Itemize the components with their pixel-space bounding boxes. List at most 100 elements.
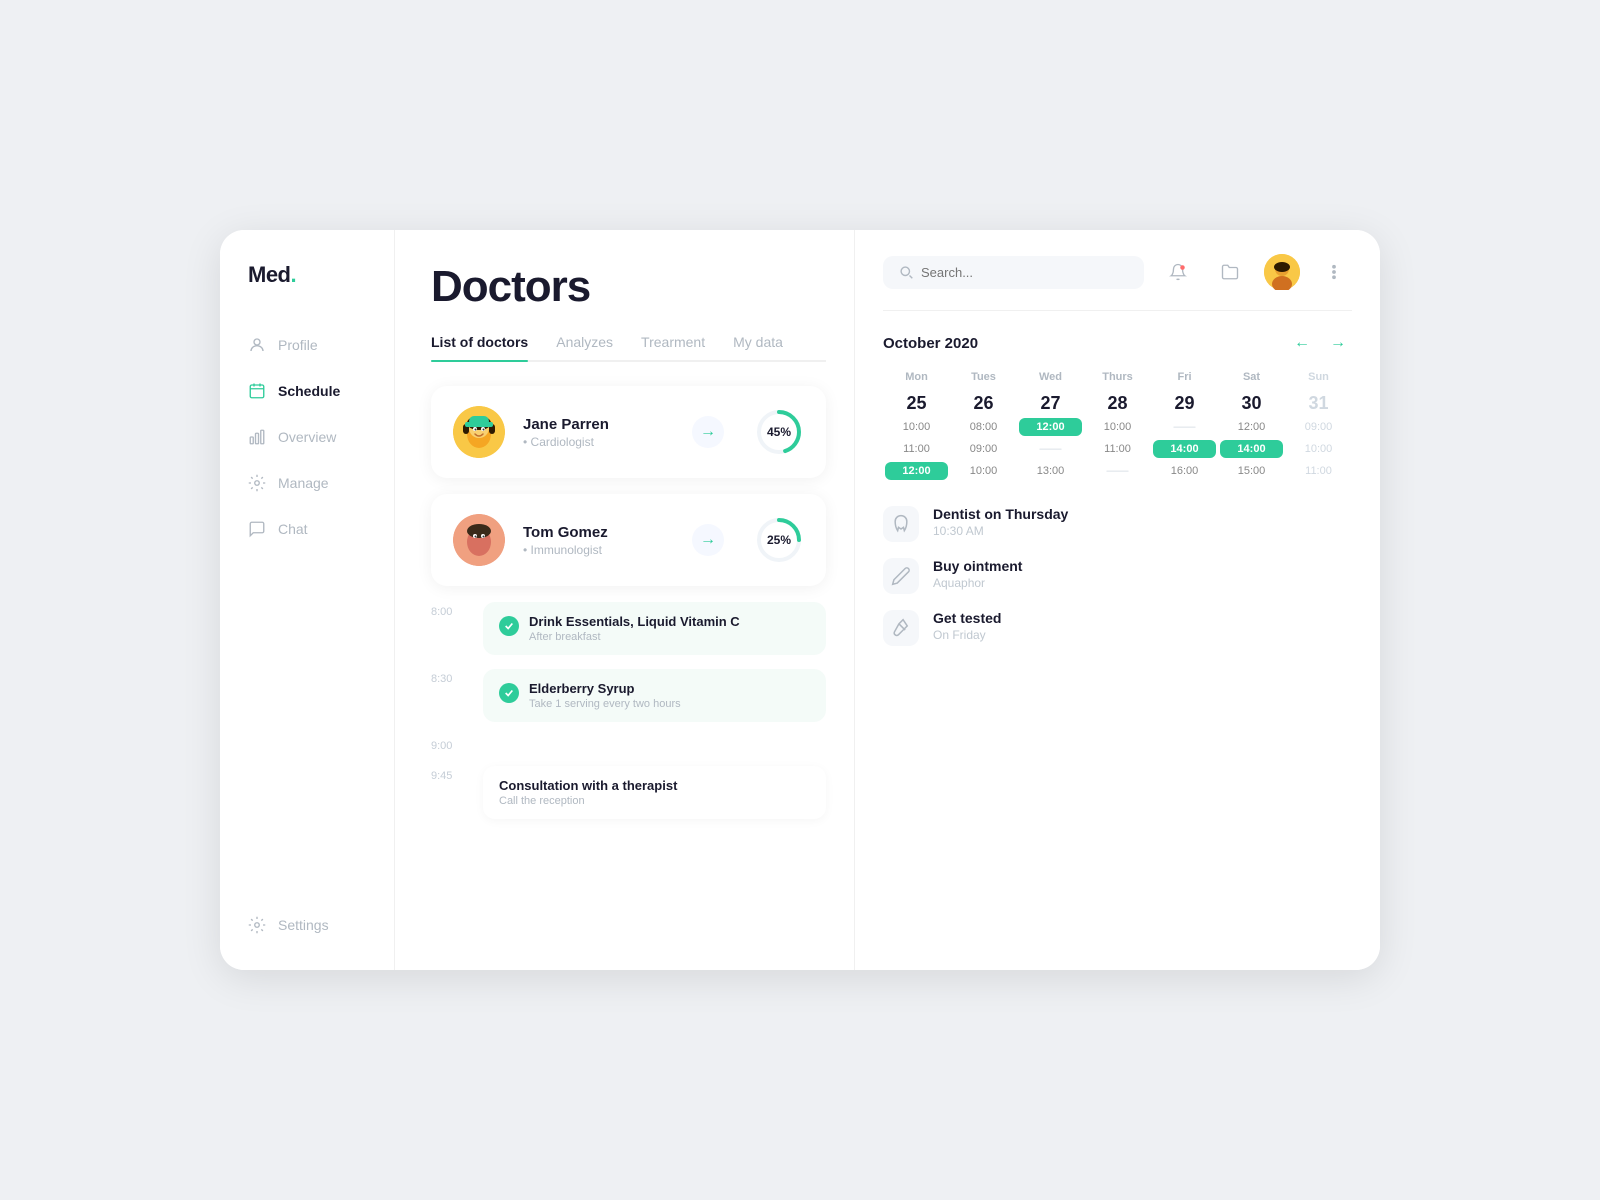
doctor-name-tom: Tom Gomez — [523, 524, 674, 541]
bell-icon — [1169, 263, 1187, 281]
reminder-sub-dentist: 10:30 AM — [933, 524, 1068, 538]
timeline-row-945: 9:45 Consultation with a therapist Call … — [431, 766, 826, 819]
schedule-icon — [248, 382, 266, 400]
cal-day-27[interactable]: 27 12:00 —— 13:00 — [1017, 389, 1084, 488]
right-panel: October 2020 ← → Mon Tues Wed Thurs Fri … — [855, 230, 1380, 970]
cal-day-26[interactable]: 26 08:00 09:00 10:00 — [950, 389, 1017, 488]
avatar-tom — [453, 514, 505, 566]
calendar-nav: ← → — [1288, 329, 1352, 357]
doctor-spec-tom: Immunologist — [523, 543, 674, 557]
avatar-jane — [453, 406, 505, 458]
tooth-icon — [883, 506, 919, 542]
cal-header-fri: Fri — [1151, 371, 1218, 389]
avatar-tom-img — [453, 514, 505, 566]
doctor-card-jane: Jane Parren Cardiologist → 45% — [431, 386, 826, 478]
doctor-arrow-tom[interactable]: → — [692, 524, 724, 556]
folder-button[interactable] — [1212, 254, 1248, 290]
search-icon — [899, 265, 913, 279]
logo-dot: . — [291, 262, 297, 287]
chat-icon — [248, 520, 266, 538]
task-card-consult: Consultation with a therapist Call the r… — [483, 766, 826, 819]
reminder-tested: Get tested On Friday — [883, 610, 1352, 646]
nav-items: Profile Schedule Overview Manage — [220, 324, 394, 904]
task-card-syrup: Elderberry Syrup Take 1 serving every tw… — [483, 669, 826, 722]
time-945: 9:45 — [431, 766, 467, 782]
timeline: 8:00 Drink Essentials, Liquid Vitamin C … — [431, 602, 826, 819]
progress-ring-tom: 25% — [754, 515, 804, 565]
cal-header-wed: Wed — [1017, 371, 1084, 389]
cal-prev-button[interactable]: ← — [1288, 329, 1316, 357]
main-content: Doctors List of doctors Analyzes Trearme… — [395, 230, 1380, 970]
doctor-spec-jane: Cardiologist — [523, 435, 674, 449]
avatar-jane-img — [453, 406, 505, 458]
logo-text: Med — [248, 262, 291, 287]
cal-day-30[interactable]: 30 12:00 14:00 15:00 — [1218, 389, 1285, 488]
progress-label-tom: 25% — [767, 533, 791, 547]
sidebar-item-schedule[interactable]: Schedule — [220, 370, 394, 412]
timeline-row-800: 8:00 Drink Essentials, Liquid Vitamin C … — [431, 602, 826, 655]
task-sub-consult: Call the reception — [499, 795, 810, 807]
sidebar: Med. Profile Schedule Overview — [220, 230, 395, 970]
app-container: Med. Profile Schedule Overview — [220, 230, 1380, 970]
cal-header-mon: Mon — [883, 371, 950, 389]
sidebar-item-profile[interactable]: Profile — [220, 324, 394, 366]
tab-analyzes[interactable]: Analyzes — [556, 334, 613, 360]
task-sub-syrup: Take 1 serving every two hours — [529, 698, 681, 710]
reminder-title-dentist: Dentist on Thursday — [933, 506, 1068, 522]
reminder-title-tested: Get tested — [933, 610, 1001, 626]
progress-label-jane: 45% — [767, 425, 791, 439]
doctor-arrow-jane[interactable]: → — [692, 416, 724, 448]
sidebar-label-profile: Profile — [278, 337, 318, 353]
task-check-vitamin — [499, 616, 519, 636]
sidebar-label-settings: Settings — [278, 917, 329, 933]
cal-day-31[interactable]: 31 09:00 10:00 11:00 — [1285, 389, 1352, 488]
reminder-ointment: Buy ointment Aquaphor — [883, 558, 1352, 594]
reminder-sub-ointment: Aquaphor — [933, 576, 1022, 590]
cal-header-sat: Sat — [1218, 371, 1285, 389]
task-title-vitamin: Drink Essentials, Liquid Vitamin C — [529, 614, 740, 629]
cal-day-29[interactable]: 29 —— 14:00 16:00 — [1151, 389, 1218, 488]
cal-header-sun: Sun — [1285, 371, 1352, 389]
right-header — [883, 230, 1352, 311]
cal-header-thurs: Thurs — [1084, 371, 1151, 389]
sidebar-item-chat[interactable]: Chat — [220, 508, 394, 550]
folder-icon — [1221, 263, 1239, 281]
reminder-title-ointment: Buy ointment — [933, 558, 1022, 574]
sidebar-item-manage[interactable]: Manage — [220, 462, 394, 504]
doctor-name-jane: Jane Parren — [523, 416, 674, 433]
cal-next-button[interactable]: → — [1324, 329, 1352, 357]
search-box — [883, 256, 1144, 289]
tabs: List of doctors Analyzes Trearment My da… — [431, 334, 826, 362]
calendar-header: October 2020 ← → — [883, 329, 1352, 357]
sidebar-label-overview: Overview — [278, 429, 336, 445]
calendar-month: October 2020 — [883, 335, 978, 352]
main-body: Doctors List of doctors Analyzes Trearme… — [395, 230, 1380, 970]
task-sub-vitamin: After breakfast — [529, 631, 740, 643]
time-800: 8:00 — [431, 602, 467, 618]
sidebar-item-settings[interactable]: Settings — [220, 904, 394, 946]
header-icons — [1160, 254, 1352, 290]
profile-icon — [248, 336, 266, 354]
tab-mydata[interactable]: My data — [733, 334, 783, 360]
bell-button[interactable] — [1160, 254, 1196, 290]
search-input[interactable] — [921, 265, 1128, 280]
cal-day-25[interactable]: 25 10:00 11:00 12:00 — [883, 389, 950, 488]
reminder-dentist: Dentist on Thursday 10:30 AM — [883, 506, 1352, 542]
manage-icon — [248, 474, 266, 492]
sidebar-label-schedule: Schedule — [278, 383, 340, 399]
sidebar-label-manage: Manage — [278, 475, 329, 491]
user-avatar[interactable] — [1264, 254, 1300, 290]
sidebar-item-overview[interactable]: Overview — [220, 416, 394, 458]
left-panel: Doctors List of doctors Analyzes Trearme… — [395, 230, 855, 970]
cal-day-28[interactable]: 28 10:00 11:00 —— — [1084, 389, 1151, 488]
more-button[interactable] — [1316, 254, 1352, 290]
time-900: 9:00 — [431, 736, 467, 752]
tab-treatment[interactable]: Trearment — [641, 334, 705, 360]
tab-list-doctors[interactable]: List of doctors — [431, 334, 528, 360]
timeline-row-900: 9:00 — [431, 736, 826, 752]
doctor-info-tom: Tom Gomez Immunologist — [523, 524, 674, 557]
progress-ring-jane: 45% — [754, 407, 804, 457]
calendar-grid: Mon Tues Wed Thurs Fri Sat Sun 25 10:00 … — [883, 371, 1352, 488]
reminders: Dentist on Thursday 10:30 AM Buy ointmen… — [883, 506, 1352, 646]
sidebar-label-chat: Chat — [278, 521, 308, 537]
